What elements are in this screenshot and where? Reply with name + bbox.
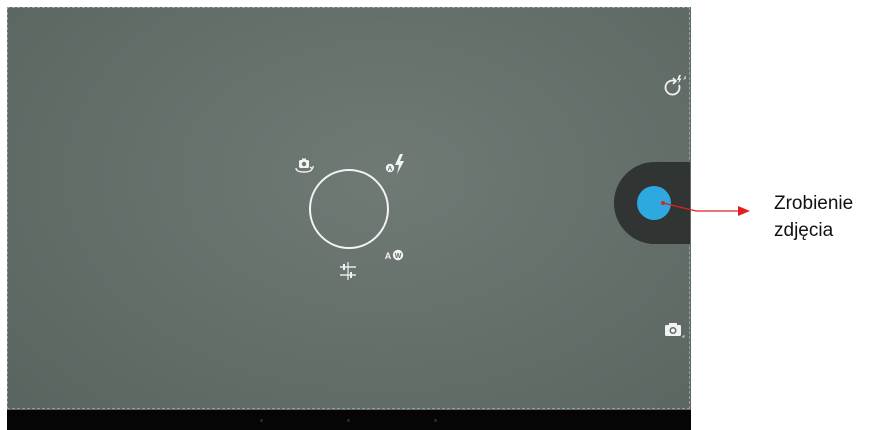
nav-home-button[interactable] — [347, 419, 350, 422]
annotation-line-1: Zrobienie — [774, 193, 854, 214]
annotation-line-2: zdjęcia — [774, 220, 834, 241]
svg-text:A: A — [684, 76, 687, 82]
pie-menu-ring[interactable] — [309, 169, 389, 249]
navigation-bar — [7, 410, 691, 430]
svg-text:W: W — [395, 253, 402, 260]
annotation-arrow — [661, 201, 750, 216]
nav-back-button[interactable] — [260, 419, 263, 422]
annotation-label: Zrobienie zdjęcia — [774, 190, 853, 244]
rotate-flash-icon[interactable]: A — [662, 75, 686, 97]
camera-mode-icon[interactable] — [663, 320, 685, 340]
tutorial-figure: A A W A Zrobienie zdjęcia — [0, 0, 876, 430]
switch-camera-icon[interactable] — [293, 157, 315, 175]
svg-text:A: A — [388, 166, 393, 173]
flash-auto-icon[interactable]: A — [384, 153, 408, 175]
nav-recents-button[interactable] — [434, 419, 437, 422]
svg-text:A: A — [385, 251, 392, 261]
settings-sliders-icon[interactable] — [339, 262, 357, 280]
white-balance-auto-icon[interactable]: A W — [385, 248, 407, 262]
camera-viewfinder[interactable]: A A W A — [7, 7, 691, 430]
